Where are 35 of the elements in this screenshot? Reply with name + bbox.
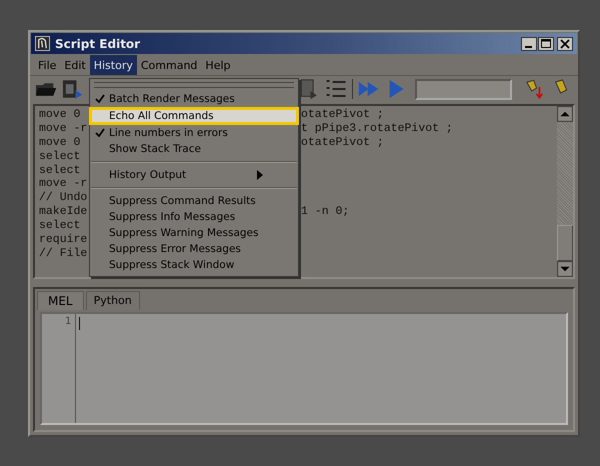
menu-item[interactable]: Command: [136, 55, 202, 75]
script-input-area[interactable]: 1: [40, 312, 568, 425]
menu-option[interactable]: Echo All Commands: [90, 108, 298, 124]
line-number: 1: [64, 316, 71, 327]
menu-option[interactable]: History Output: [90, 167, 298, 183]
menu-item[interactable]: Help: [201, 55, 234, 75]
editor-tab[interactable]: Python: [86, 291, 140, 310]
menu-option[interactable]: Line numbers in errors: [90, 125, 298, 141]
code-line: otatePivot ;: [301, 108, 384, 122]
menu-option[interactable]: Suppress Stack Window: [90, 257, 298, 273]
code-line: move 0: [39, 108, 80, 122]
code-line: t pPipe3.rotatePivot ;: [301, 122, 453, 136]
menu-option[interactable]: Suppress Command Results: [90, 193, 298, 209]
window-title: Script Editor: [55, 36, 142, 50]
code-line: select: [39, 219, 80, 234]
menu-item[interactable]: History: [90, 55, 137, 75]
code-line: move -r: [39, 177, 88, 192]
editor-tab[interactable]: MEL: [37, 291, 84, 310]
code-line: // Undo: [39, 191, 88, 206]
menu-option[interactable]: Suppress Error Messages: [90, 241, 298, 257]
code-line: otatePivot ;: [301, 136, 384, 150]
code-line: select: [39, 150, 80, 164]
menu-option[interactable]: Show Stack Trace: [90, 141, 298, 157]
code-line: // File: [39, 246, 88, 261]
code-line: makeIde: [39, 205, 88, 220]
menu-option[interactable]: Suppress Warning Messages: [90, 225, 298, 241]
menu-option[interactable]: Batch Render Messages: [90, 91, 298, 107]
menu-item[interactable]: File: [34, 55, 60, 75]
menu-item[interactable]: Edit: [60, 55, 90, 75]
menu-option[interactable]: Suppress Info Messages: [90, 209, 298, 225]
code-line: require: [39, 233, 88, 247]
code-line: select: [39, 164, 80, 178]
code-line: move -r: [39, 122, 88, 136]
code-line: move 0: [39, 136, 80, 150]
code-line: 1 -n 0;: [301, 205, 350, 220]
